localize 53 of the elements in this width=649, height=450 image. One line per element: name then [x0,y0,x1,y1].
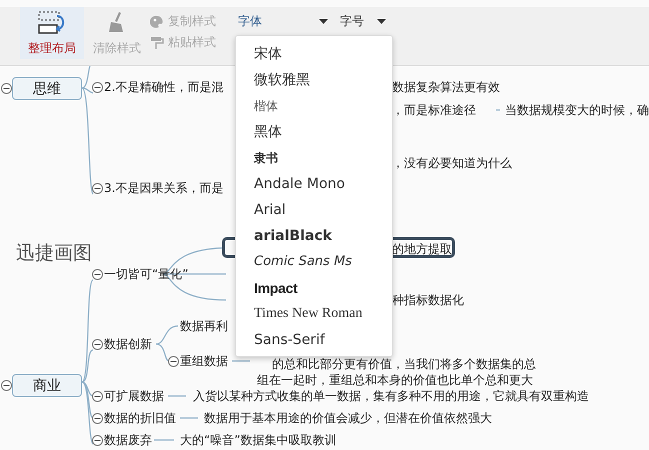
topic-node[interactable]: 商业 [12,374,82,397]
font-option[interactable]: 宋体 [236,41,392,67]
collapse-icon[interactable] [168,356,179,367]
note-text: 当数据规模变大的时候，确 [505,103,649,118]
branch-label[interactable]: 数据创新 [104,337,152,352]
caret-icon [377,18,386,24]
branch-label[interactable]: 重组数据 [180,354,228,369]
collapse-icon[interactable] [92,183,103,194]
branch-label[interactable]: 3.不是因果关系，而是 [104,181,224,196]
collapse-icon[interactable] [92,82,103,93]
layout-icon [37,10,67,36]
font-option[interactable]: Andale Mono [236,171,392,197]
note-text: 种指标数据化 [392,293,464,308]
note-text: ，而是标准途径 [392,103,476,118]
font-option[interactable]: Arial [236,197,392,223]
font-option[interactable]: Comic Sans Ms [236,249,392,275]
font-option[interactable]: Times New Roman [236,301,392,327]
collapse-icon[interactable] [92,413,103,424]
note-text: 入货以某种方式收集的单一数据，集有多种不用的用途，它就具有双重构造 [193,389,589,404]
font-option[interactable]: arialBlack [236,223,392,249]
paint-roller-icon [150,36,164,50]
note-text: 大的“噪音”数据集中吸取教训 [180,433,336,448]
font-size-dropdown[interactable]: 字号 [340,7,386,30]
topic-node[interactable]: 思维 [12,77,82,100]
collapse-icon[interactable] [92,391,103,402]
node-text: 的地方提取 [392,241,452,258]
note-text: 的总和比部分更有价值，当我们将多个数据集的总 [272,357,536,372]
note-text: 数据再利 [180,319,228,334]
font-option[interactable]: 隶书 [236,145,392,171]
note-text: 组在一起时，重组总和本身的价值也比单个总和更大 [257,373,533,388]
branch-label[interactable]: 一切皆可“量化” [104,267,188,282]
font-option[interactable]: 微软雅黑 [236,67,392,93]
collapse-icon[interactable] [92,339,103,350]
branch-label[interactable]: 可扩展数据 [104,389,164,404]
font-option[interactable]: Sans-Serif [236,327,392,353]
branch-label[interactable]: 2.不是精确性，而是混 [104,80,224,95]
collapse-icon[interactable] [1,380,12,391]
branch-label[interactable]: 数据的折旧值 [104,411,176,426]
caret-icon [319,18,328,24]
map-title: 迅捷画图 [16,241,92,266]
collapse-icon[interactable] [1,83,12,94]
note-text: 数据复杂算法更有效 [392,80,500,95]
toolbar-button[interactable]: 整理布局 [20,7,84,59]
note-text: 数据用于基本用途的价值会减少，但潜在价值依然强大 [204,411,492,426]
note-text: ，没有必要知道为什么 [392,156,512,171]
palette-icon [150,14,164,28]
font-dropdown[interactable]: 字体 [238,7,328,30]
collapse-icon[interactable] [92,435,103,446]
font-option[interactable]: Impact [236,275,392,301]
collapse-icon[interactable] [92,269,103,280]
branch-label[interactable]: 数据废弃 [104,433,152,448]
font-option[interactable]: 楷体 [236,93,392,119]
font-option[interactable]: 黑体 [236,119,392,145]
